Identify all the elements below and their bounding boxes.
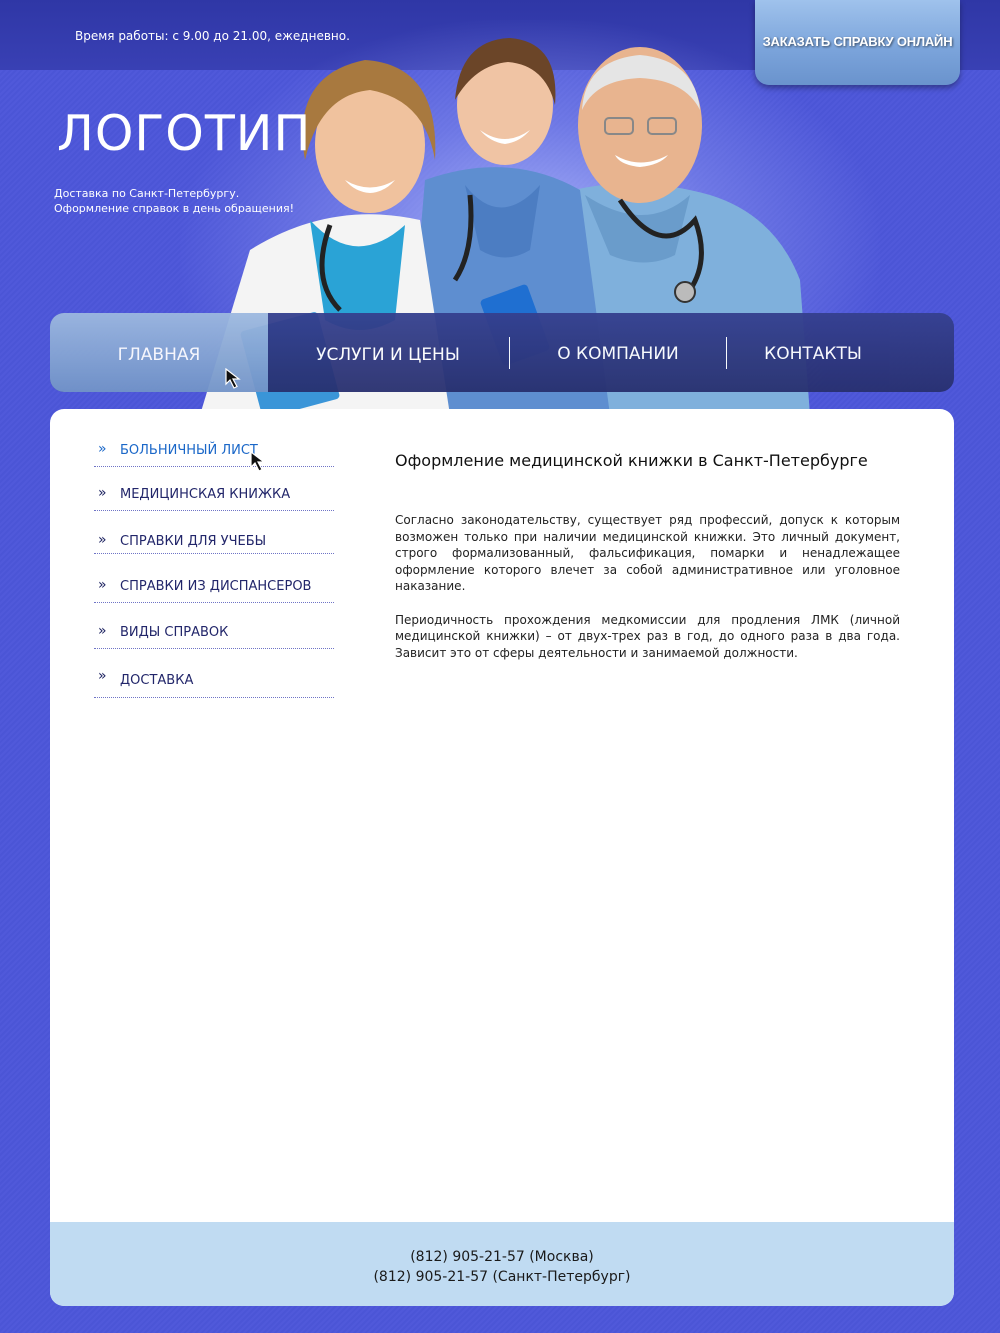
- sidebar-item-medical-book[interactable]: » МЕДИЦИНСКАЯ КНИЖКА: [94, 485, 334, 511]
- content-panel: » БОЛЬНИЧНЫЙ ЛИСТ » МЕДИЦИНСКАЯ КНИЖКА »…: [50, 409, 954, 1306]
- sidebar-item-sick-leave[interactable]: » БОЛЬНИЧНЫЙ ЛИСТ: [94, 441, 334, 467]
- mouse-cursor-icon: [250, 451, 266, 472]
- sidebar-item-dispensary-certificates[interactable]: » СПРАВКИ ИЗ ДИСПАНСЕРОВ: [94, 577, 334, 603]
- sidebar-item-label: СПРАВКИ ДЛЯ УЧЕБЫ: [120, 534, 267, 549]
- sidebar-item-delivery[interactable]: » ДОСТАВКА: [94, 668, 334, 698]
- bullet-icon: »: [98, 532, 107, 548]
- phone-moscow[interactable]: (812) 905-21-57 (Москва): [50, 1247, 954, 1267]
- nav-item-contacts[interactable]: КОНТАКТЫ: [727, 313, 899, 392]
- article-paragraph: Периодичность прохождения медкомиссии дл…: [395, 612, 900, 660]
- order-button-label: ЗАКАЗАТЬ СПРАВКУ ОНЛАЙН: [762, 34, 953, 49]
- sidebar-item-label: ВИДЫ СПРАВОК: [120, 625, 229, 640]
- main-nav: ГЛАВНАЯ УСЛУГИ И ЦЕНЫ О КОМПАНИИ КОНТАКТ…: [50, 313, 954, 392]
- bullet-icon: »: [98, 485, 107, 501]
- bullet-icon: »: [98, 577, 107, 593]
- article: Оформление медицинской книжки в Санкт-Пе…: [395, 451, 900, 678]
- tagline-line-2: Оформление справок в день обращения!: [54, 202, 295, 215]
- footer: (812) 905-21-57 (Москва) (812) 905-21-57…: [50, 1222, 954, 1306]
- sidebar-item-label: МЕДИЦИНСКАЯ КНИЖКА: [120, 487, 291, 502]
- tagline-line-1: Доставка по Санкт-Петербургу.: [54, 187, 240, 200]
- bullet-icon: »: [98, 668, 107, 684]
- phone-spb[interactable]: (812) 905-21-57 (Санкт-Петербург): [50, 1267, 954, 1287]
- sidebar-item-label: СПРАВКИ ИЗ ДИСПАНСЕРОВ: [120, 579, 312, 594]
- sidebar-item-study-certificates[interactable]: » СПРАВКИ ДЛЯ УЧЕБЫ: [94, 532, 334, 554]
- sidebar-item-label: БОЛЬНИЧНЫЙ ЛИСТ: [120, 443, 258, 458]
- order-certificate-button[interactable]: ЗАКАЗАТЬ СПРАВКУ ОНЛАЙН: [755, 0, 960, 85]
- mouse-cursor-icon: [225, 368, 241, 389]
- sidebar-item-certificate-types[interactable]: » ВИДЫ СПРАВОК: [94, 623, 334, 649]
- bullet-icon: »: [98, 623, 107, 639]
- bullet-icon: »: [98, 441, 107, 457]
- tagline: Доставка по Санкт-Петербургу. Оформление…: [54, 186, 294, 216]
- nav-item-about[interactable]: О КОМПАНИИ: [510, 313, 726, 392]
- logo[interactable]: ЛОГОТИП: [57, 105, 311, 162]
- article-title: Оформление медицинской книжки в Санкт-Пе…: [395, 451, 868, 470]
- article-paragraph: Согласно законодательству, существует ря…: [395, 513, 900, 593]
- nav-item-services[interactable]: УСЛУГИ И ЦЕНЫ: [268, 313, 508, 392]
- sidebar-item-label: ДОСТАВКА: [120, 673, 194, 688]
